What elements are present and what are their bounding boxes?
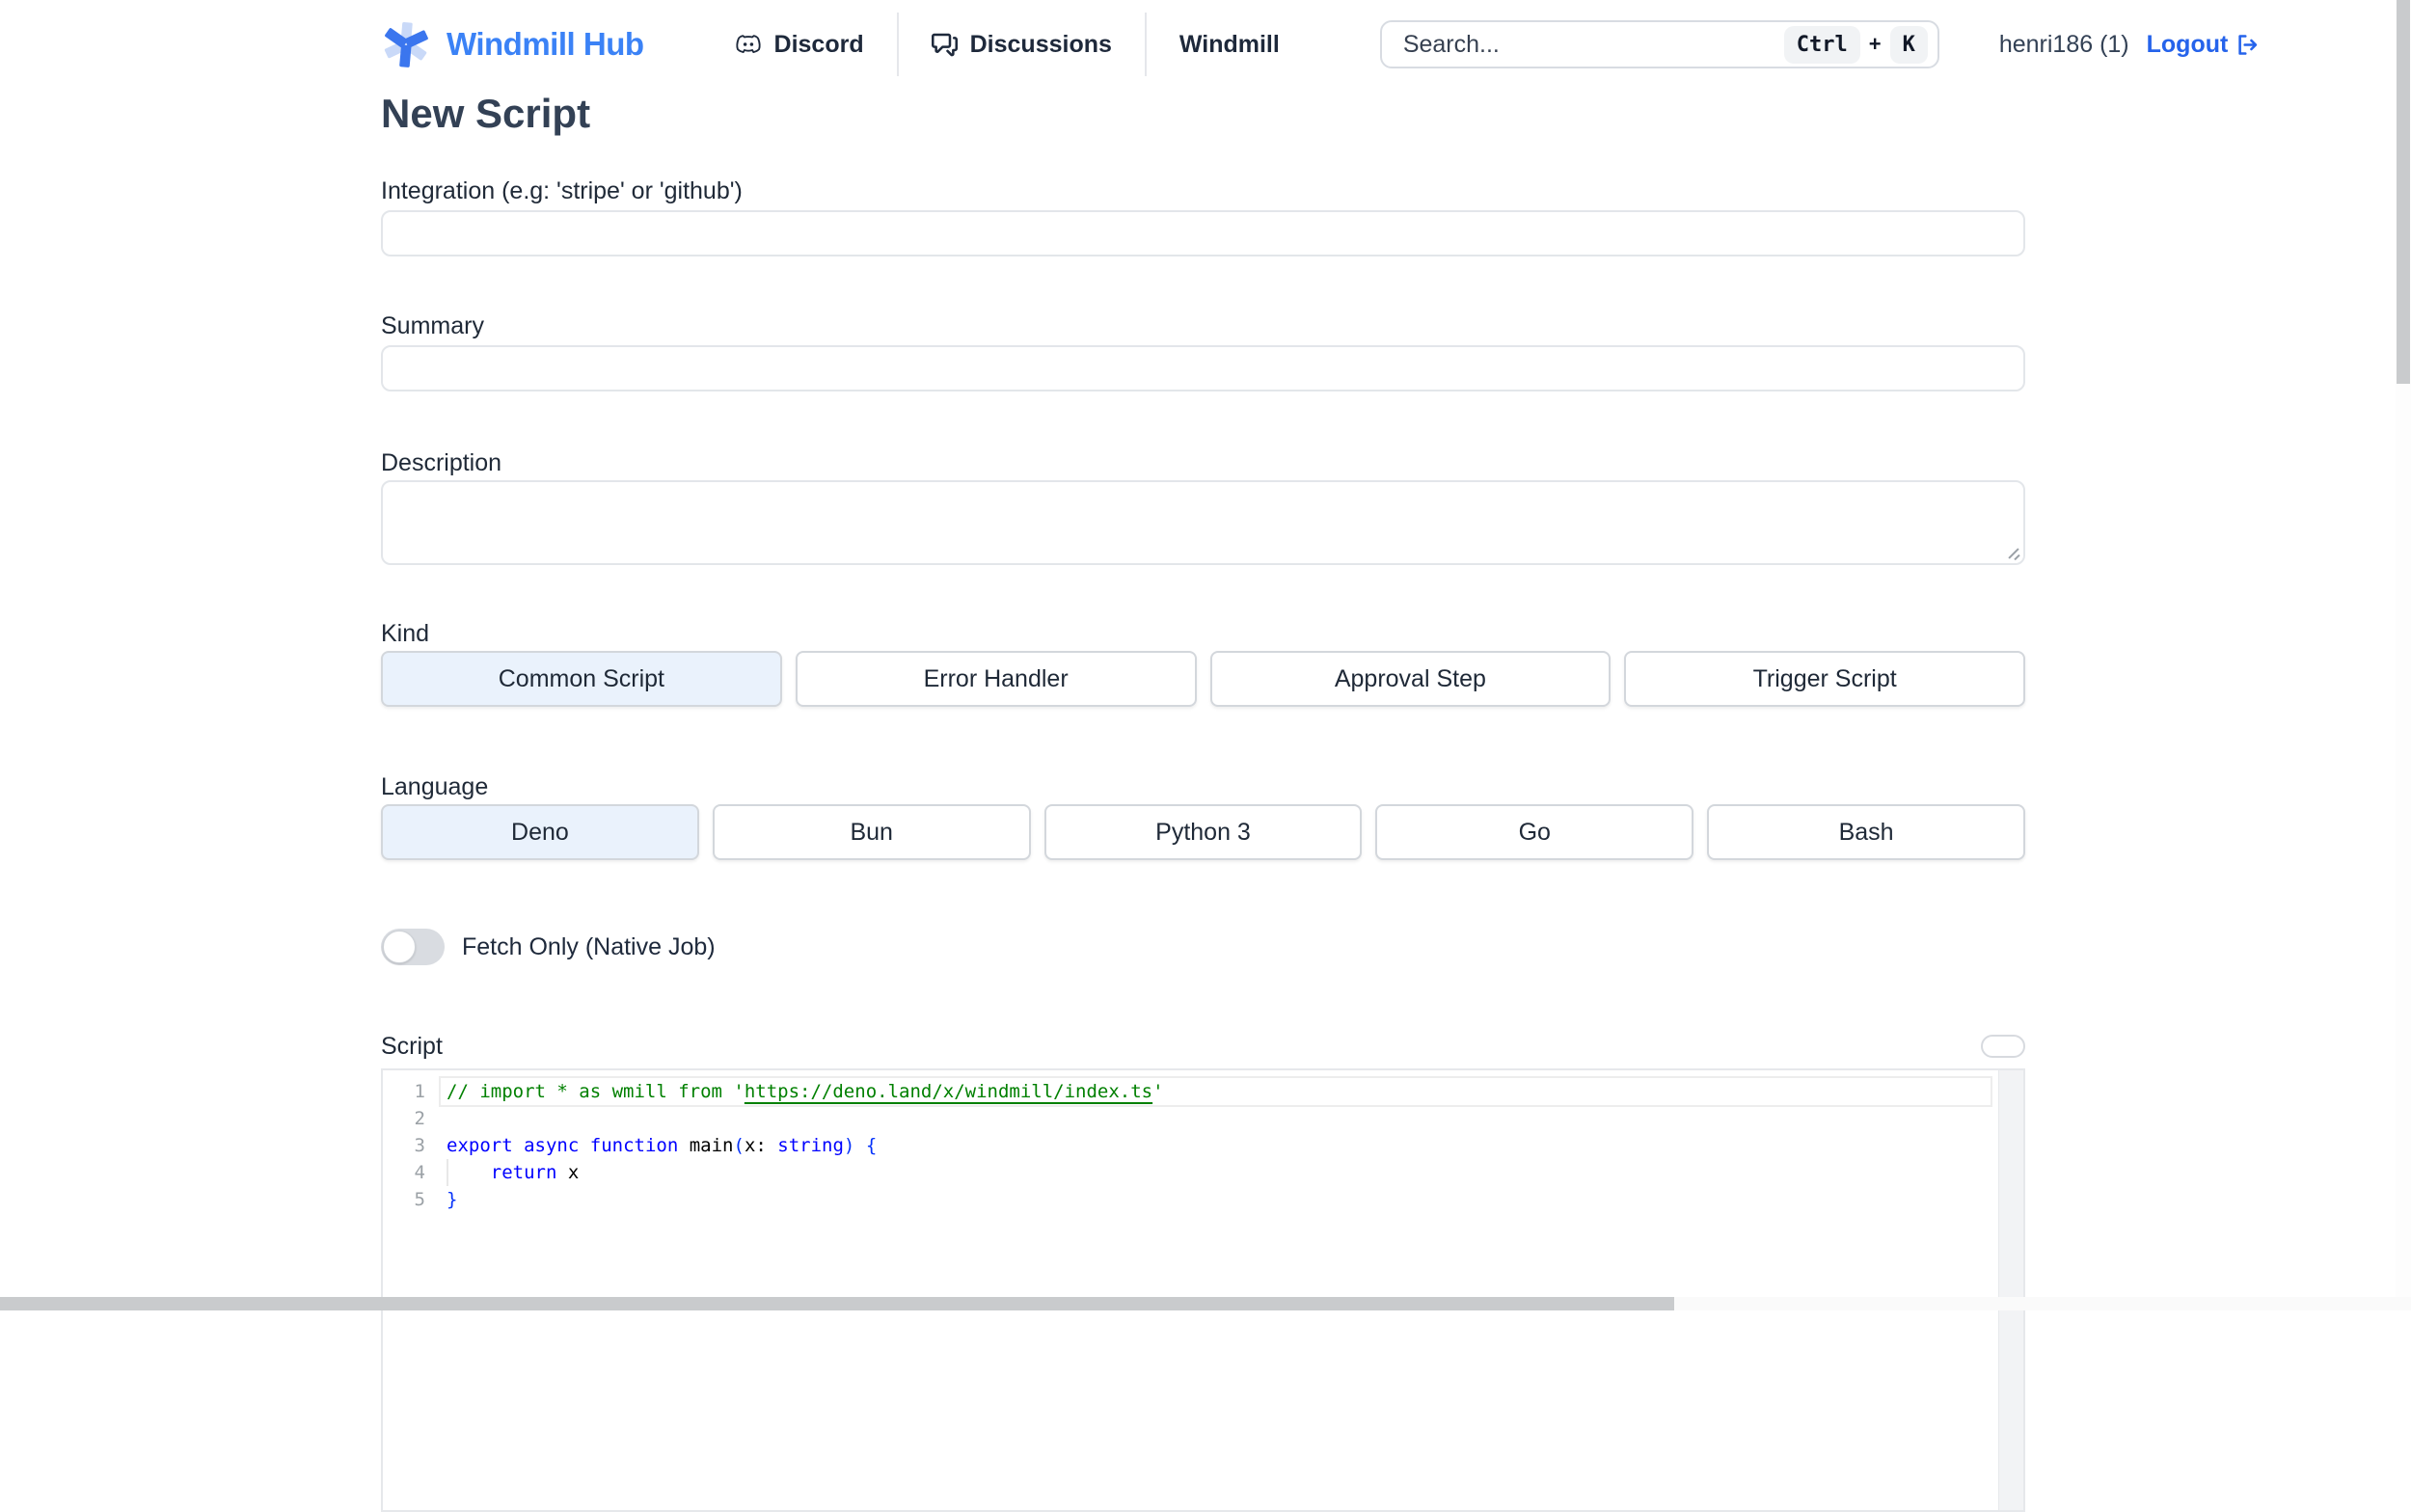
- windmill-logo[interactable]: Windmill Hub: [381, 17, 644, 71]
- github-discussions-icon: [931, 32, 958, 58]
- kbd-ctrl: Ctrl: [1783, 25, 1860, 64]
- integration-input[interactable]: [381, 210, 2025, 256]
- language-option-bun[interactable]: Bun: [712, 804, 1031, 860]
- line-number: 2: [414, 1108, 425, 1129]
- kbd-k: K: [1889, 25, 1928, 64]
- fetch-only-row: Fetch Only (Native Job): [381, 929, 2025, 965]
- integration-label: Integration (e.g: 'stripe' or 'github'): [381, 177, 743, 204]
- code-line-3[interactable]: 3 export async function main(x: string) {: [383, 1132, 2023, 1159]
- language-label: Language: [381, 773, 489, 800]
- windmill-logo-icon: [381, 17, 431, 71]
- code-line-4[interactable]: 4 return x: [383, 1159, 2023, 1186]
- line-number: 5: [414, 1189, 425, 1210]
- language-options: Deno Bun Python 3 Go Bash: [381, 804, 2025, 860]
- user-area: henri186 (1) Logout: [1999, 31, 2262, 59]
- nav-label-windmill: Windmill: [1178, 30, 1280, 58]
- code-text: // import * as wmill from 'https://deno.…: [447, 1081, 1164, 1102]
- kind-label: Kind: [381, 620, 430, 647]
- line-number: 4: [414, 1162, 425, 1183]
- nav-item-discord[interactable]: Discord: [702, 31, 897, 59]
- code-text: export async function main(x: string) {: [447, 1135, 878, 1156]
- editor-scrollbar[interactable]: [1998, 1070, 2023, 1510]
- kind-option-trigger-script[interactable]: Trigger Script: [1624, 651, 2025, 707]
- toggle-knob-icon: [383, 931, 416, 963]
- logout-label: Logout: [2146, 30, 2229, 58]
- fetch-only-toggle[interactable]: [381, 929, 445, 965]
- kbd-plus-sign: +: [1868, 32, 1882, 56]
- kind-option-common-script[interactable]: Common Script: [381, 651, 782, 707]
- nav-label-discussions: Discussions: [969, 30, 1112, 58]
- fetch-only-label: Fetch Only (Native Job): [462, 932, 716, 960]
- header-nav: Discord Discussions Windmill: [702, 13, 1313, 76]
- line-number: 3: [414, 1135, 425, 1156]
- header: Windmill Hub Discord Discussions Windmil…: [0, 0, 2411, 89]
- vertical-scrollbar-thumb[interactable]: [2397, 0, 2410, 384]
- kind-options: Common Script Error Handler Approval Step T…: [381, 651, 2025, 707]
- code-line-5[interactable]: 5}: [383, 1186, 2023, 1213]
- code-editor[interactable]: 1 // import * as wmill from 'https://deno…: [381, 1068, 2025, 1512]
- search-input[interactable]: [1400, 29, 1784, 60]
- page-vertical-scrollbar[interactable]: [2396, 0, 2411, 1310]
- language-option-python-3[interactable]: Python 3: [1043, 804, 1363, 860]
- kind-option-approval-step[interactable]: Approval Step: [1209, 651, 1612, 707]
- code-text: }: [447, 1189, 458, 1210]
- description-textarea[interactable]: [381, 480, 2025, 565]
- horizontal-scrollbar-thumb[interactable]: [0, 1297, 1674, 1310]
- code-line-2[interactable]: 2: [383, 1105, 2023, 1132]
- nav-item-discussions[interactable]: Discussions: [899, 31, 1145, 59]
- nav-label-discord: Discord: [773, 30, 864, 58]
- kind-option-error-handler[interactable]: Error Handler: [795, 651, 1197, 707]
- logout-icon: [2235, 32, 2261, 58]
- script-label: Script: [381, 1033, 443, 1060]
- discord-icon: [735, 31, 762, 58]
- language-option-deno[interactable]: Deno: [381, 804, 699, 860]
- summary-input[interactable]: [381, 345, 2025, 392]
- page-title: New Script: [381, 91, 591, 136]
- description-label: Description: [381, 449, 502, 476]
- code-lines: 1 // import * as wmill from 'https://deno…: [383, 1076, 2023, 1213]
- line-number: 1: [414, 1081, 425, 1102]
- nav-item-windmill[interactable]: Windmill: [1147, 31, 1313, 59]
- language-option-go[interactable]: Go: [1375, 804, 1694, 860]
- summary-label: Summary: [381, 312, 484, 339]
- logo-text: Windmill Hub: [447, 26, 644, 62]
- script-header-row: Script: [381, 1033, 2025, 1060]
- page-horizontal-scrollbar[interactable]: [0, 1297, 2411, 1310]
- search-box[interactable]: Ctrl + K: [1379, 20, 1939, 68]
- code-line-1[interactable]: 1 // import * as wmill from 'https://deno…: [383, 1076, 2023, 1107]
- script-toggle-pill[interactable]: [1981, 1035, 2025, 1058]
- user-name: henri186 (1): [1998, 30, 2129, 58]
- language-option-bash[interactable]: Bash: [1707, 804, 2025, 860]
- indent-guide: [447, 1159, 448, 1186]
- logout-link[interactable]: Logout: [2147, 31, 2262, 59]
